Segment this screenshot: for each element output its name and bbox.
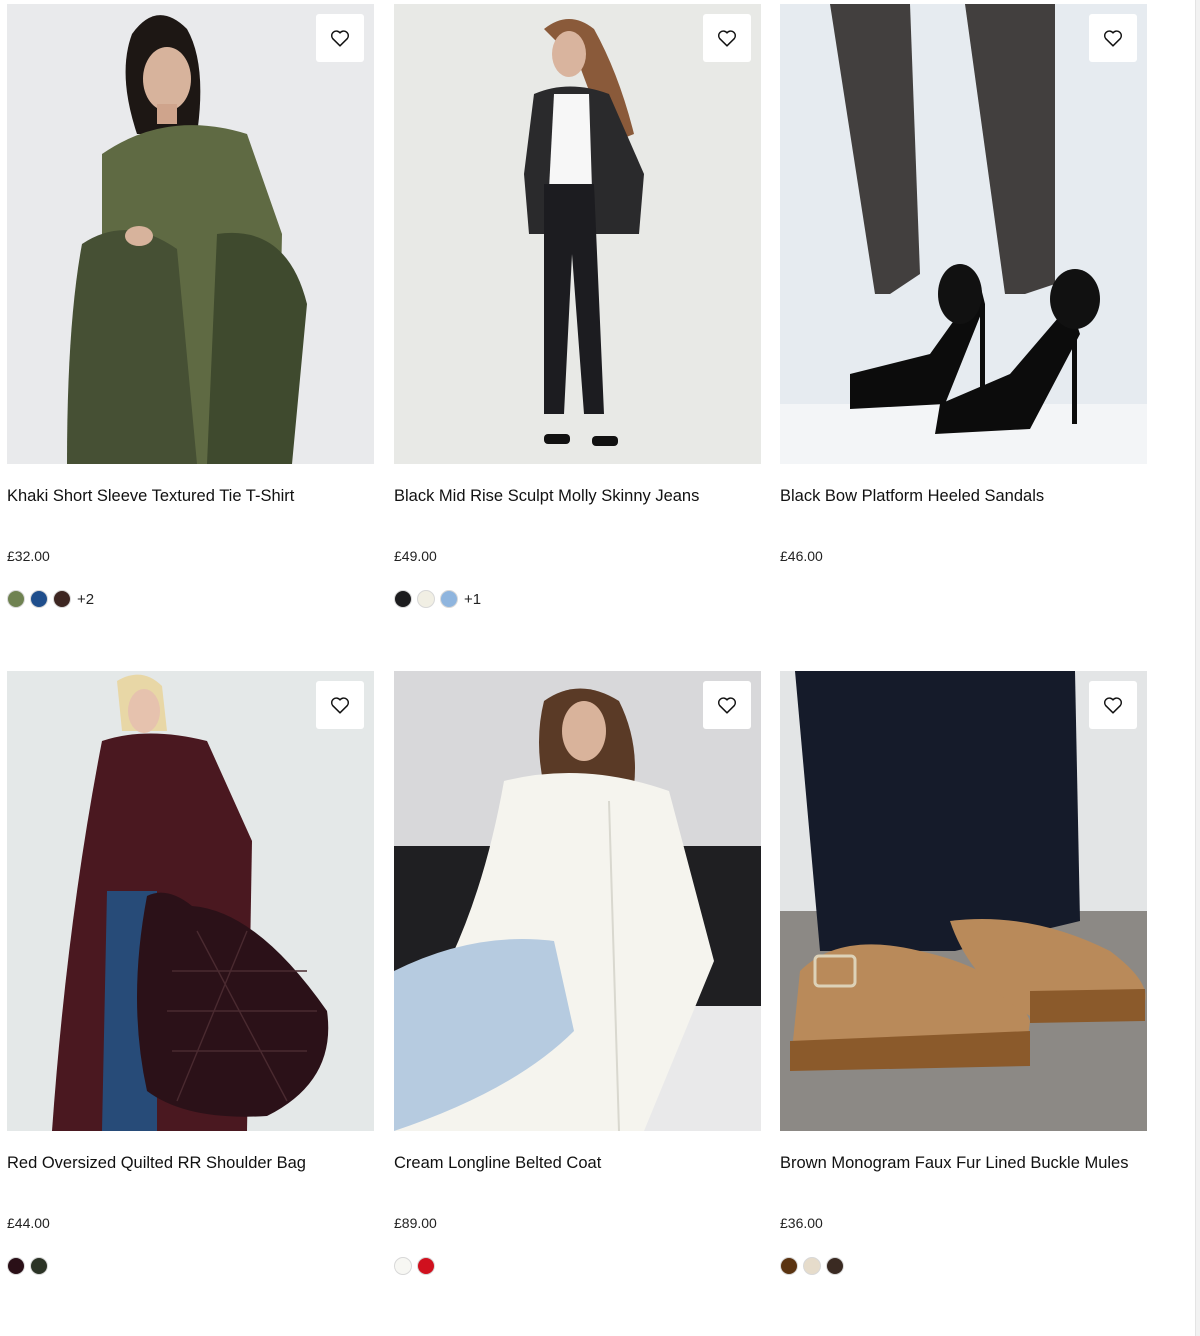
product-card[interactable]: Brown Monogram Faux Fur Lined Buckle Mul… xyxy=(780,671,1147,1291)
wishlist-button[interactable] xyxy=(703,14,751,62)
product-image[interactable] xyxy=(780,671,1147,1131)
heart-outline-icon xyxy=(1103,697,1123,714)
wishlist-button[interactable] xyxy=(703,681,751,729)
color-swatch[interactable] xyxy=(53,590,71,608)
color-swatch[interactable] xyxy=(803,1257,821,1275)
product-title[interactable]: Black Bow Platform Heeled Sandals xyxy=(780,486,1044,506)
more-colors-count[interactable]: +2 xyxy=(77,591,94,608)
color-swatch[interactable] xyxy=(780,1257,798,1275)
color-swatch[interactable] xyxy=(30,1257,48,1275)
color-swatch[interactable] xyxy=(394,590,412,608)
product-photo xyxy=(394,671,761,1131)
wishlist-button[interactable] xyxy=(316,14,364,62)
product-photo xyxy=(394,4,761,464)
product-price: £49.00 xyxy=(394,548,437,564)
color-swatch[interactable] xyxy=(7,1257,25,1275)
product-image[interactable] xyxy=(7,4,374,464)
product-title[interactable]: Brown Monogram Faux Fur Lined Buckle Mul… xyxy=(780,1153,1128,1173)
color-swatch[interactable] xyxy=(394,1257,412,1275)
product-card[interactable]: Cream Longline Belted Coat £89.00 xyxy=(394,671,761,1291)
page-scrollbar[interactable] xyxy=(1195,0,1200,1336)
product-price: £36.00 xyxy=(780,1215,823,1231)
product-title[interactable]: Cream Longline Belted Coat xyxy=(394,1153,601,1173)
heart-outline-icon xyxy=(330,30,350,47)
product-card[interactable]: Red Oversized Quilted RR Shoulder Bag £4… xyxy=(7,671,374,1291)
color-swatch[interactable] xyxy=(30,590,48,608)
product-title[interactable]: Black Mid Rise Sculpt Molly Skinny Jeans xyxy=(394,486,699,506)
color-swatch[interactable] xyxy=(440,590,458,608)
product-title[interactable]: Khaki Short Sleeve Textured Tie T-Shirt xyxy=(7,486,294,506)
product-photo xyxy=(780,671,1147,1131)
color-swatches xyxy=(780,1257,849,1275)
product-card[interactable]: Black Bow Platform Heeled Sandals £46.00 xyxy=(780,4,1147,624)
heart-outline-icon xyxy=(330,697,350,714)
heart-outline-icon xyxy=(1103,30,1123,47)
wishlist-button[interactable] xyxy=(1089,14,1137,62)
color-swatches xyxy=(394,1257,440,1275)
color-swatch[interactable] xyxy=(826,1257,844,1275)
product-price: £89.00 xyxy=(394,1215,437,1231)
product-price: £46.00 xyxy=(780,548,823,564)
product-image[interactable] xyxy=(394,4,761,464)
product-photo xyxy=(7,671,374,1131)
color-swatches: +2 xyxy=(7,590,94,608)
color-swatch[interactable] xyxy=(417,590,435,608)
more-colors-count[interactable]: +1 xyxy=(464,591,481,608)
product-image[interactable] xyxy=(394,671,761,1131)
color-swatch[interactable] xyxy=(417,1257,435,1275)
product-photo xyxy=(780,4,1147,464)
heart-outline-icon xyxy=(717,30,737,47)
product-price: £44.00 xyxy=(7,1215,50,1231)
product-image[interactable] xyxy=(7,671,374,1131)
product-image[interactable] xyxy=(780,4,1147,464)
product-title[interactable]: Red Oversized Quilted RR Shoulder Bag xyxy=(7,1153,306,1173)
heart-outline-icon xyxy=(717,697,737,714)
product-photo xyxy=(7,4,374,464)
product-card[interactable]: Black Mid Rise Sculpt Molly Skinny Jeans… xyxy=(394,4,761,624)
product-card[interactable]: Khaki Short Sleeve Textured Tie T-Shirt … xyxy=(7,4,374,624)
product-price: £32.00 xyxy=(7,548,50,564)
wishlist-button[interactable] xyxy=(316,681,364,729)
color-swatches: +1 xyxy=(394,590,481,608)
wishlist-button[interactable] xyxy=(1089,681,1137,729)
color-swatch[interactable] xyxy=(7,590,25,608)
color-swatches xyxy=(7,1257,53,1275)
